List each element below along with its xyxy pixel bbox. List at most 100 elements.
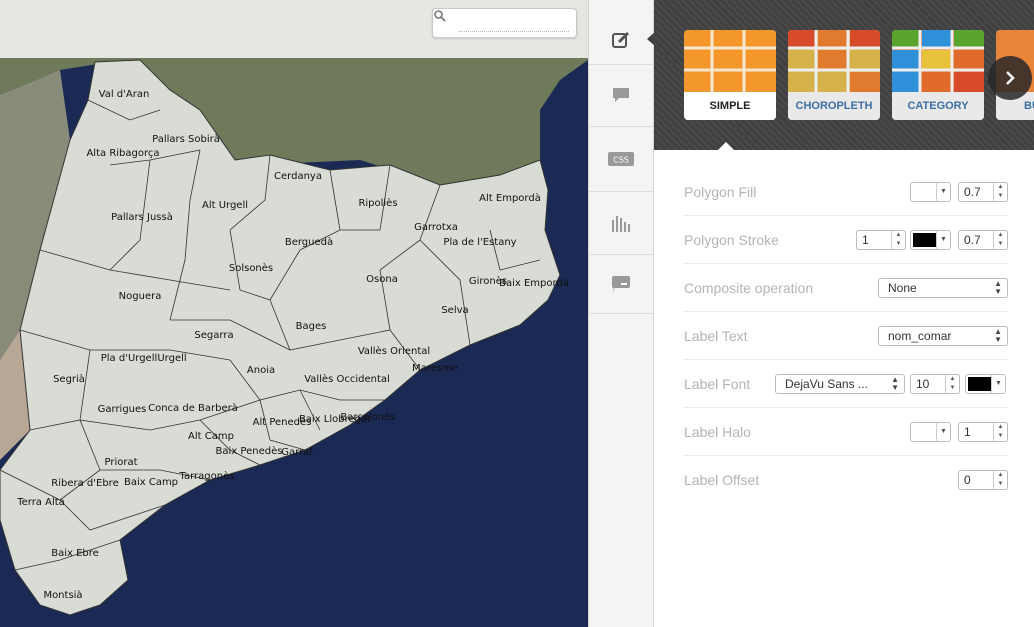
toolbar-style-wizard-button[interactable]: [589, 16, 653, 65]
wizard-selector: SIMPLE CHOROPLETH CATEGORY BU: [654, 0, 1034, 150]
wizard-card-label: CATEGORY: [892, 92, 984, 120]
map-label-comarca: Conca de Barberà: [148, 402, 238, 414]
label-offset-stepper[interactable]: 0 ▲ ▼: [958, 470, 1008, 490]
label-font-row: Label Font DejaVu Sans ... ▲ ▼ 10 ▲ ▼ ▼: [684, 360, 1008, 408]
map-label-comarca: Bages: [296, 321, 327, 332]
comment-icon: [613, 88, 629, 102]
color-swatch: [913, 425, 937, 439]
brush-icon: [612, 31, 630, 48]
map-label-comarca: Baix Empordà: [499, 277, 569, 289]
label-text-row: Label Text nom_comar ▲ ▼: [684, 312, 1008, 360]
toolbar-css-button[interactable]: CSS: [589, 127, 653, 192]
spinner-arrows-icon[interactable]: ▲ ▼: [891, 231, 905, 249]
map-label-comarca: Montsià: [43, 589, 82, 601]
map-label-comarca: Alt Empordà: [479, 192, 541, 204]
polygon-stroke-width-stepper[interactable]: 1 ▲ ▼: [856, 230, 906, 250]
map-label-comarca: Anoia: [247, 365, 275, 376]
map-label-comarca: Baix Llobregat: [299, 414, 371, 425]
chevron-down-icon: ▼: [991, 375, 1005, 393]
select-arrows-icon: ▲ ▼: [994, 279, 1002, 296]
map-label-comarca: Ripollès: [358, 197, 397, 209]
map-label-comarca: Urgell: [157, 353, 186, 364]
legend-icon: [612, 216, 630, 232]
map-label-comarca: Baix Camp: [124, 477, 178, 488]
polygon-stroke-label: Polygon Stroke: [684, 232, 779, 248]
composite-operation-row: Composite operation None ▲ ▼: [684, 264, 1008, 312]
map-label-comarca: Alta Ribagorça: [86, 148, 159, 159]
map-label-comarca: Terra Alta: [16, 497, 65, 508]
polygon-stroke-opacity-stepper[interactable]: 0.7 ▲ ▼: [958, 230, 1008, 250]
map-search-box[interactable]: [432, 8, 577, 38]
wizard-card-label: CHOROPLETH: [788, 92, 880, 120]
search-icon: [434, 10, 446, 22]
map-label-comarca: Segrià: [53, 373, 85, 385]
polygon-stroke-row: Polygon Stroke 1 ▲ ▼ ▼ 0.7 ▲ ▼: [684, 216, 1008, 264]
map-label-comarca: Vallès Occidental: [304, 373, 390, 385]
map-label-comarca: Segarra: [194, 330, 233, 341]
label-offset-label: Label Offset: [684, 472, 760, 488]
search-input[interactable]: [459, 15, 569, 32]
label-halo-row: Label Halo ▼ 1 ▲ ▼: [684, 408, 1008, 456]
map-label-comarca: Tarragonès: [179, 470, 235, 482]
chevron-down-icon: ▼: [936, 183, 950, 201]
map-label-comarca: Priorat: [104, 457, 137, 468]
label-text-label: Label Text: [684, 328, 748, 344]
spinner-arrows-icon[interactable]: ▲ ▼: [945, 375, 959, 393]
category-thumbnail: [892, 30, 984, 92]
map-label-comarca: Baix Penedès: [216, 445, 283, 457]
spinner-arrows-icon[interactable]: ▲ ▼: [993, 231, 1007, 249]
spinner-arrows-icon[interactable]: ▲ ▼: [993, 423, 1007, 441]
map-label-comarca: Garrotxa: [414, 222, 458, 233]
spinner-arrows-icon[interactable]: ▲ ▼: [993, 471, 1007, 489]
map-label-comarca: Vallès Oriental: [358, 345, 430, 357]
map-label-comarca: Alt Urgell: [202, 200, 248, 211]
label-font-color-picker[interactable]: ▼: [965, 374, 1006, 394]
map-label-comarca: Noguera: [119, 291, 162, 302]
label-font-select[interactable]: DejaVu Sans ... ▲ ▼: [775, 374, 905, 394]
composite-operation-select[interactable]: None ▲ ▼: [878, 278, 1008, 298]
map-canvas[interactable]: Val d'Aran Pallars Sobirà Alta Ribagorça Ce…: [0, 0, 588, 627]
svg-text:?: ?: [612, 287, 615, 292]
map-label-comarca: Osona: [366, 274, 398, 285]
map-label-comarca: Maresme: [412, 363, 458, 374]
chevron-down-icon: ▼: [936, 423, 950, 441]
map-label-comarca: Pallars Jussà: [111, 211, 173, 223]
map-label-comarca: Pla d'Urgell: [101, 353, 158, 364]
layer-toolbar: CSS ?: [588, 0, 655, 627]
select-arrows-icon: ▲ ▼: [994, 327, 1002, 344]
composite-operation-label: Composite operation: [684, 280, 814, 296]
css-icon: CSS: [608, 152, 634, 166]
map-label-comarca: Selva: [441, 305, 468, 316]
polygon-stroke-color-picker[interactable]: ▼: [910, 230, 951, 250]
map-label-comarca: Pla de l'Estany: [443, 237, 516, 248]
polygon-fill-label: Polygon Fill: [684, 184, 757, 200]
polygon-fill-row: Polygon Fill ▼ 0.7 ▲ ▼: [684, 168, 1008, 216]
map-label-comarca: Garraf: [281, 447, 313, 458]
map-label-comarca: Baix Ebre: [51, 548, 99, 559]
label-font-size-stepper[interactable]: 10 ▲ ▼: [910, 374, 960, 394]
label-text-select[interactable]: nom_comar ▲ ▼: [878, 326, 1008, 346]
toolbar-sql-button[interactable]: ?: [589, 255, 653, 314]
chevron-right-icon: [1006, 71, 1015, 85]
wizard-card-label: SIMPLE: [684, 92, 776, 120]
map-label-comarca: Cerdanya: [274, 171, 322, 182]
map-view[interactable]: Val d'Aran Pallars Sobirà Alta Ribagorça Ce…: [0, 0, 588, 627]
wizard-card-choropleth[interactable]: CHOROPLETH: [788, 30, 880, 120]
polygon-fill-color-picker[interactable]: ▼: [910, 182, 951, 202]
map-label-comarca: Solsonès: [229, 262, 273, 274]
polygon-fill-opacity-stepper[interactable]: 0.7 ▲ ▼: [958, 182, 1008, 202]
color-swatch: [913, 185, 937, 199]
label-halo-color-picker[interactable]: ▼: [910, 422, 951, 442]
wizard-card-simple[interactable]: SIMPLE: [684, 30, 776, 120]
label-font-label: Label Font: [684, 376, 751, 392]
spinner-arrows-icon[interactable]: ▲ ▼: [993, 183, 1007, 201]
toolbar-legend-button[interactable]: [589, 192, 653, 255]
color-swatch: [913, 233, 937, 247]
wizard-card-category[interactable]: CATEGORY: [892, 30, 984, 120]
selected-card-pointer: [718, 142, 734, 150]
label-offset-row: Label Offset 0 ▲ ▼: [684, 456, 1008, 503]
label-halo-size-stepper[interactable]: 1 ▲ ▼: [958, 422, 1008, 442]
toolbar-infowindow-button[interactable]: [589, 64, 653, 127]
wizard-next-button[interactable]: [988, 56, 1032, 100]
label-halo-label: Label Halo: [684, 424, 751, 440]
